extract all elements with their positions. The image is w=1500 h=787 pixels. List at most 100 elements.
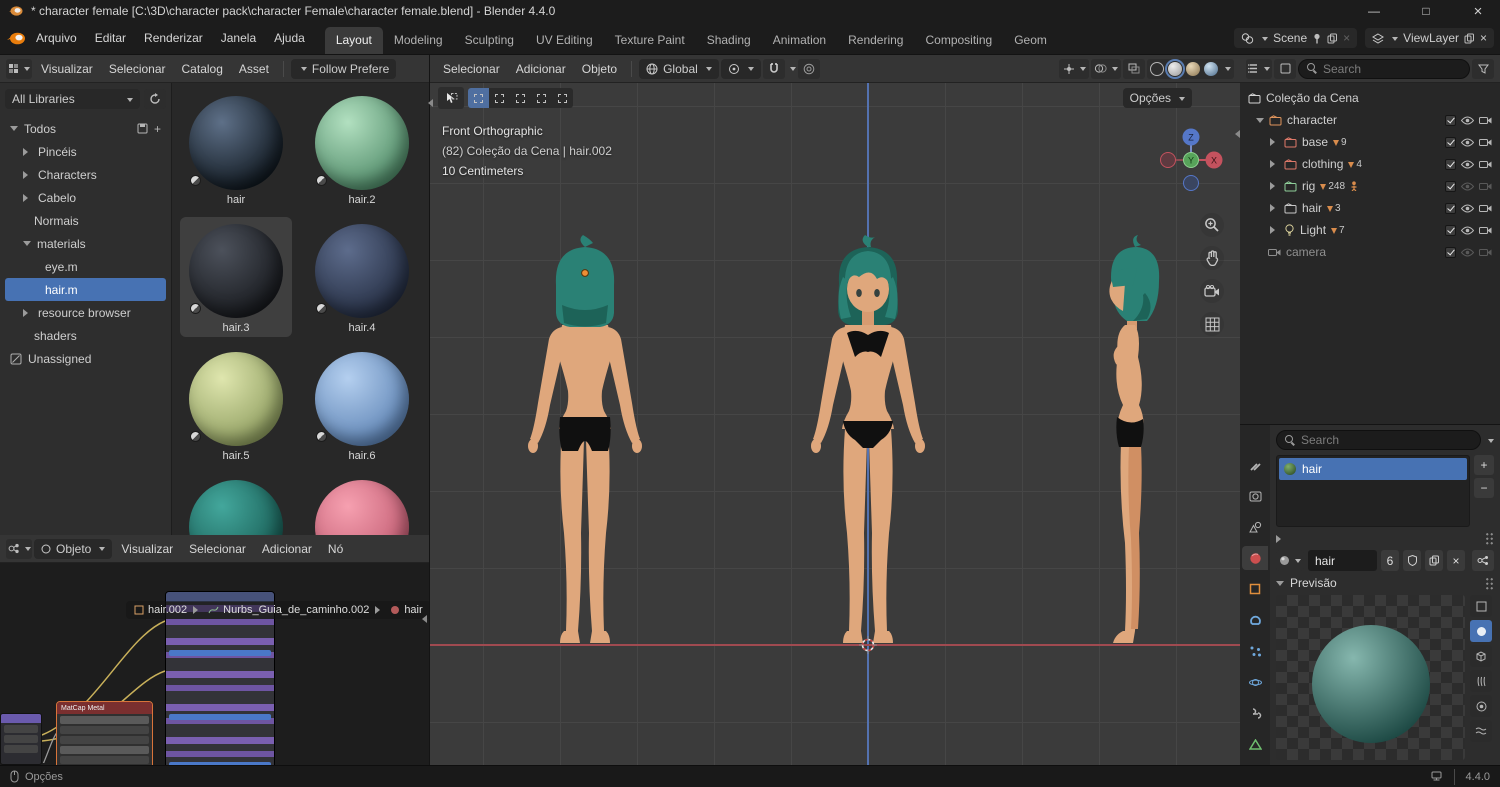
asset-card-partial-1[interactable] bbox=[180, 473, 292, 535]
collapse-arrow[interactable] bbox=[424, 99, 433, 107]
close-button[interactable]: × bbox=[1456, 0, 1500, 22]
select-mode-new[interactable] bbox=[468, 88, 489, 108]
overlays-dropdown[interactable] bbox=[1091, 59, 1121, 79]
show-gizmo-dropdown[interactable] bbox=[1059, 59, 1089, 79]
asset-card-hair2[interactable]: hair.2 bbox=[306, 89, 418, 209]
browse-material-button[interactable] bbox=[1276, 550, 1304, 571]
toggle-ortho-button[interactable] bbox=[1200, 312, 1224, 336]
snap-toggle[interactable] bbox=[763, 59, 785, 79]
exclude-checkbox[interactable] bbox=[1445, 225, 1456, 236]
snap-options-chevron[interactable] bbox=[790, 67, 796, 74]
catalog-item-characters[interactable]: Characters bbox=[5, 163, 166, 186]
character-front-view[interactable] bbox=[783, 233, 953, 666]
select-mode-subtract[interactable] bbox=[510, 88, 531, 108]
material-name-field[interactable]: hair bbox=[1308, 550, 1377, 571]
node-row[interactable] bbox=[4, 725, 38, 733]
unlink-material-button[interactable]: × bbox=[1447, 550, 1465, 571]
add-slot-button[interactable]: + bbox=[1474, 455, 1494, 475]
xray-toggle[interactable] bbox=[1123, 59, 1145, 79]
remove-viewlayer-icon[interactable]: × bbox=[1480, 31, 1487, 45]
matcap-node[interactable]: MatCap Metal bbox=[56, 701, 153, 765]
outliner-row-character[interactable]: character bbox=[1242, 109, 1498, 131]
shading-solid-button[interactable] bbox=[1168, 62, 1182, 76]
material-slot-hair[interactable]: hair bbox=[1279, 458, 1467, 480]
menu-ajuda[interactable]: Ajuda bbox=[266, 26, 313, 50]
gizmo-neg-z[interactable] bbox=[1184, 176, 1199, 191]
exclude-checkbox[interactable] bbox=[1445, 181, 1456, 192]
node-row[interactable] bbox=[60, 726, 149, 734]
editor-type-button[interactable] bbox=[1246, 59, 1272, 79]
node-row[interactable] bbox=[4, 745, 38, 753]
shader-mode-selector[interactable]: Objeto bbox=[34, 539, 112, 559]
disable-render-icon[interactable] bbox=[1479, 116, 1492, 125]
fake-user-button[interactable] bbox=[1403, 550, 1421, 571]
catalog-item-resource-browser[interactable]: resource browser bbox=[5, 301, 166, 324]
pin-icon[interactable] bbox=[1312, 33, 1322, 44]
workspace-tab-shading[interactable]: Shading bbox=[696, 27, 762, 54]
hide-eye-icon[interactable] bbox=[1461, 226, 1474, 235]
preview-section-header[interactable]: Previsão bbox=[1276, 576, 1494, 590]
outliner-row-hair[interactable]: hair 3 bbox=[1242, 197, 1498, 219]
character-back-view[interactable] bbox=[500, 233, 670, 666]
viewport-canvas[interactable]: Opções Front Orthographic (82) Coleção d… bbox=[430, 83, 1240, 765]
drag-grip[interactable] bbox=[1485, 577, 1494, 590]
follow-preferences-dropdown[interactable]: Follow Prefere bbox=[291, 59, 396, 79]
viewport-options-dropdown[interactable]: Opções bbox=[1123, 88, 1192, 108]
tab-constraints[interactable] bbox=[1242, 701, 1268, 725]
tab-render[interactable] bbox=[1242, 484, 1268, 508]
tab-tool[interactable] bbox=[1242, 453, 1268, 477]
catalog-item-unassigned[interactable]: Unassigned bbox=[5, 347, 166, 370]
workspace-tab-sculpting[interactable]: Sculpting bbox=[454, 27, 525, 54]
chevron-down-icon[interactable] bbox=[1488, 439, 1494, 446]
asset-card-hair[interactable]: hair bbox=[180, 89, 292, 209]
users-count-button[interactable]: 6 bbox=[1381, 550, 1399, 571]
minimize-button[interactable]: — bbox=[1352, 0, 1396, 22]
node-value-slider[interactable] bbox=[169, 650, 271, 656]
unlink-scene-icon[interactable]: × bbox=[1343, 31, 1350, 45]
catalog-item-eye-m[interactable]: eye.m bbox=[5, 255, 166, 278]
menu-editar[interactable]: Editar bbox=[87, 26, 134, 50]
asset-card-hair5[interactable]: hair.5 bbox=[180, 345, 292, 465]
copy-icon[interactable] bbox=[1464, 33, 1475, 44]
menu-objeto[interactable]: Objeto bbox=[575, 58, 624, 80]
workspace-tab-compositing[interactable]: Compositing bbox=[914, 27, 1003, 54]
copy-icon[interactable] bbox=[1327, 33, 1338, 44]
exclude-checkbox[interactable] bbox=[1445, 159, 1456, 170]
disable-render-icon[interactable] bbox=[1479, 182, 1492, 191]
exclude-checkbox[interactable] bbox=[1445, 115, 1456, 126]
asset-card-hair4[interactable]: hair.4 bbox=[306, 217, 418, 337]
tab-particles[interactable] bbox=[1242, 639, 1268, 663]
menu-adicionar[interactable]: Adicionar bbox=[255, 538, 319, 560]
library-selector[interactable]: All Libraries bbox=[5, 89, 140, 109]
mapping-node[interactable] bbox=[0, 713, 42, 765]
refresh-library-button[interactable] bbox=[144, 89, 166, 109]
asset-card-hair6[interactable]: hair.6 bbox=[306, 345, 418, 465]
hide-eye-icon[interactable] bbox=[1461, 138, 1474, 147]
workspace-tab-geometry[interactable]: Geom bbox=[1003, 27, 1058, 54]
expand-icon[interactable] bbox=[1270, 226, 1279, 234]
menu-arquivo[interactable]: Arquivo bbox=[28, 26, 85, 50]
workspace-tab-texture-paint[interactable]: Texture Paint bbox=[604, 27, 696, 54]
node-row[interactable] bbox=[60, 746, 149, 754]
shading-wireframe-button[interactable] bbox=[1150, 62, 1164, 76]
collapse-icon[interactable] bbox=[10, 126, 18, 135]
collapse-icon[interactable] bbox=[1256, 118, 1264, 127]
preview-flat-button[interactable] bbox=[1470, 595, 1492, 617]
menu-no[interactable]: Nó bbox=[321, 538, 350, 560]
camera-view-button[interactable] bbox=[1200, 279, 1224, 303]
workspace-tab-modeling[interactable]: Modeling bbox=[383, 27, 454, 54]
drag-grip[interactable] bbox=[1485, 532, 1494, 545]
tab-physics[interactable] bbox=[1242, 670, 1268, 694]
outliner-row-scene-collection[interactable]: Coleção da Cena bbox=[1242, 87, 1498, 109]
menu-selecionar[interactable]: Selecionar bbox=[436, 58, 507, 80]
expand-icon[interactable] bbox=[1270, 160, 1279, 168]
pivot-point-dropdown[interactable] bbox=[721, 59, 761, 79]
maximize-button[interactable]: □ bbox=[1404, 0, 1448, 22]
display-mode-button[interactable] bbox=[1274, 59, 1296, 79]
disable-render-icon[interactable] bbox=[1479, 204, 1492, 213]
asset-card-hair3[interactable]: hair.3 bbox=[180, 217, 292, 337]
outliner-search[interactable] bbox=[1298, 59, 1470, 79]
exclude-checkbox[interactable] bbox=[1445, 247, 1456, 258]
expand-icon[interactable] bbox=[1270, 138, 1279, 146]
hide-eye-icon[interactable] bbox=[1461, 204, 1474, 213]
